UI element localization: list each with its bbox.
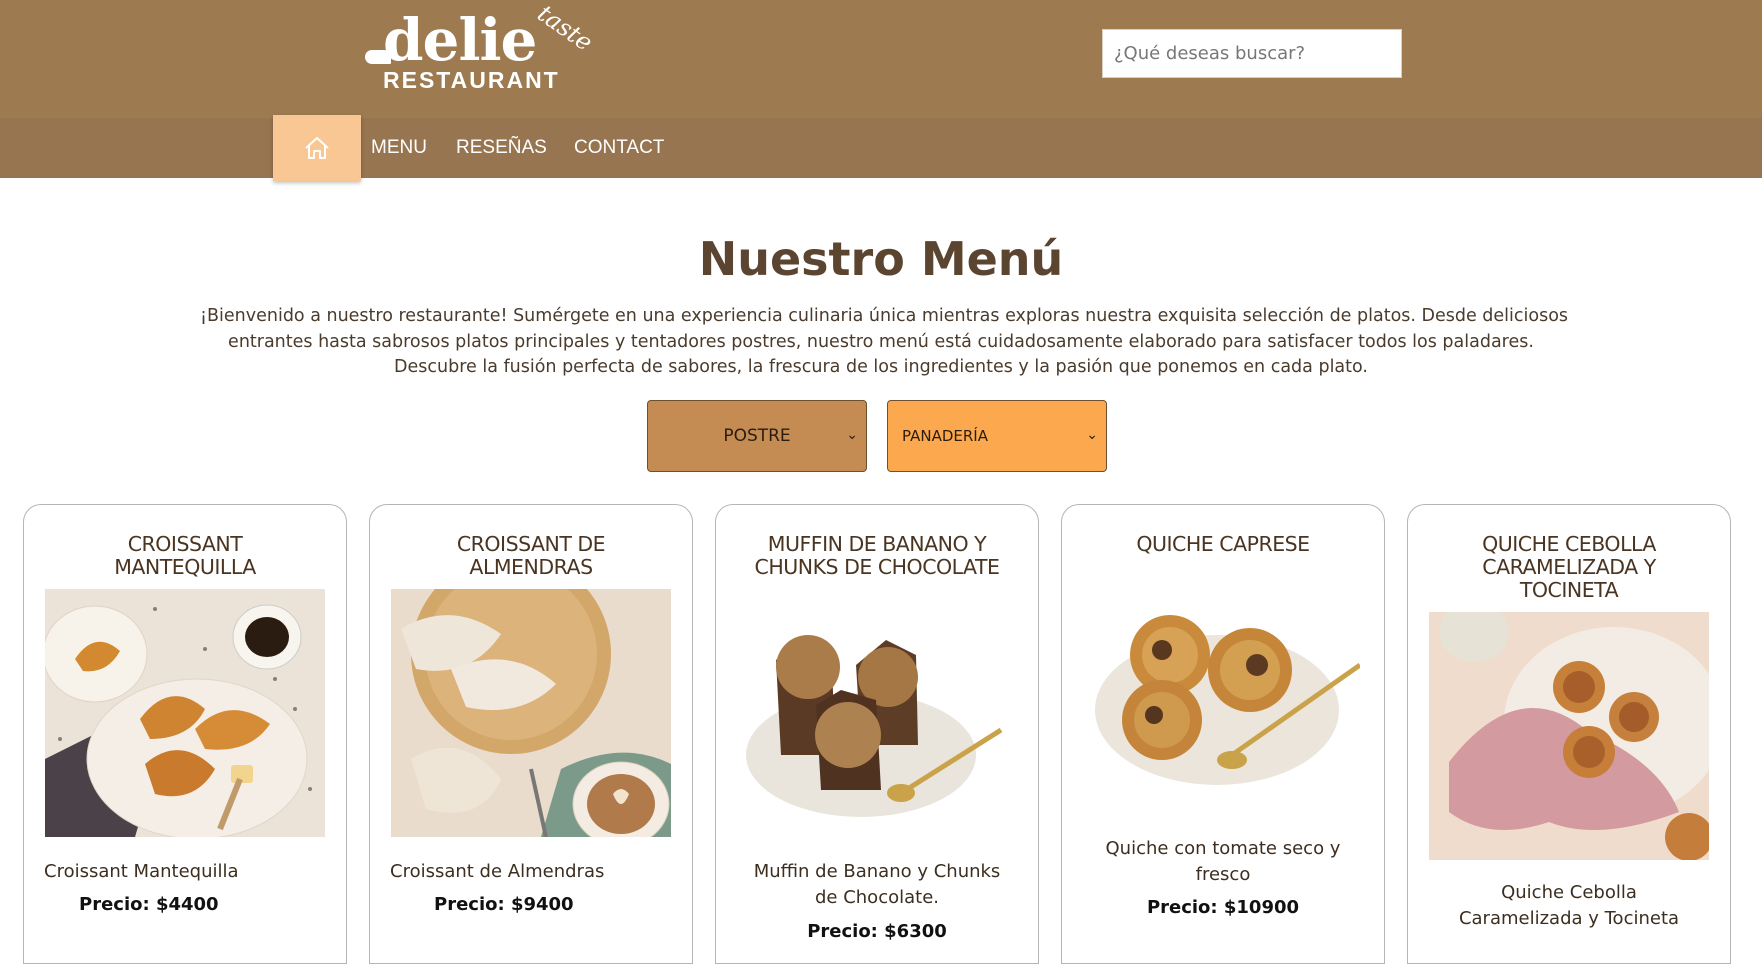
restaurant-logo[interactable]: delie taste RESTAURANT (365, 0, 598, 98)
product-card[interactable]: CROISSANT MANTEQUILLA Croissant Mantequi… (23, 504, 347, 964)
nav-item-menu[interactable]: MENU (371, 137, 427, 159)
product-title-line: QUICHE CAPRESE (1136, 532, 1310, 556)
logo-wordmark: delie (383, 6, 537, 74)
product-title-line: MUFFIN DE BANANO Y (767, 532, 987, 556)
product-image (1429, 612, 1709, 860)
quiche-caprese-photo (1092, 575, 1360, 805)
search-input[interactable] (1102, 29, 1402, 78)
product-description-line: Muffin de Banano y Chunks (753, 861, 1001, 882)
croissants-plate-photo (45, 589, 325, 837)
main-navigation (0, 118, 1762, 178)
product-price: Precio: $9400 (434, 894, 574, 915)
logo-script-text: taste (532, 0, 598, 57)
category-select-value: POSTRE (723, 426, 791, 446)
product-image (1092, 575, 1360, 805)
quiche-bacon-photo (1429, 612, 1709, 860)
product-image (736, 605, 1018, 835)
product-title: MUFFIN DE BANANO Y CHUNKS DE CHOCOLATE (726, 533, 1028, 579)
intro-line: entrantes hasta sabrosos platos principa… (228, 331, 1534, 352)
home-icon (305, 137, 329, 159)
product-card[interactable]: QUICHE CEBOLLA CARAMELIZADA Y TOCINETA Q… (1407, 504, 1731, 964)
product-title-line: CHUNKS DE CHOCOLATE (754, 555, 1000, 579)
product-price: Precio: $6300 (807, 921, 947, 942)
product-title-line: CARAMELIZADA Y (1482, 555, 1656, 579)
product-description: Croissant de Almendras (390, 861, 605, 882)
subcategory-select[interactable]: PANADERÍA ⌄ (887, 400, 1107, 472)
product-description-line: Quiche con tomate seco y (1105, 838, 1341, 859)
product-description: Quiche con tomate seco y fresco (1082, 836, 1364, 888)
product-card[interactable]: QUICHE CAPRESE Quiche con tomate seco y … (1061, 504, 1385, 964)
product-description: Croissant Mantequilla (44, 861, 239, 882)
product-description-line: Quiche Cebolla (1501, 882, 1637, 903)
product-title-line: CROISSANT DE (456, 532, 606, 556)
chevron-down-icon: ⌄ (1086, 427, 1098, 443)
subcategory-select-value: PANADERÍA (902, 427, 988, 445)
product-title: CROISSANT MANTEQUILLA (34, 533, 336, 579)
product-title: QUICHE CEBOLLA CARAMELIZADA Y TOCINETA (1418, 533, 1720, 602)
product-title-line: CROISSANT (127, 532, 243, 556)
product-description-line: Caramelizada y Tocineta (1458, 908, 1680, 929)
product-image (391, 589, 671, 837)
product-price: Precio: $10900 (1146, 897, 1300, 918)
logo-subtitle: RESTAURANT (383, 67, 560, 93)
home-button[interactable] (273, 115, 361, 181)
page-title: Nuestro Menú (698, 232, 1064, 286)
product-price: Precio: $4400 (79, 894, 219, 915)
product-card[interactable]: CROISSANT DE ALMENDRAS Croissant de Alme… (369, 504, 693, 964)
chevron-down-icon: ⌄ (846, 427, 858, 443)
product-title-line: QUICHE CEBOLLA (1482, 532, 1656, 556)
product-title: QUICHE CAPRESE (1072, 533, 1374, 556)
product-image (45, 589, 325, 837)
product-title-line: ALMENDRAS (469, 555, 593, 579)
product-description-line: de Chocolate. (814, 887, 939, 908)
nav-item-resenas[interactable]: RESEÑAS (456, 137, 547, 159)
product-title-line: MANTEQUILLA (114, 555, 256, 579)
product-description: Quiche Cebolla Caramelizada y Tocineta (1428, 880, 1710, 932)
product-description: Muffin de Banano y Chunks de Chocolate. (736, 859, 1018, 911)
nav-item-contact[interactable]: CONTACT (574, 137, 664, 159)
site-header: delie taste RESTAURANT (0, 0, 1762, 118)
banana-muffins-photo (736, 605, 1018, 835)
product-title: CROISSANT DE ALMENDRAS (380, 533, 682, 579)
product-title-line: TOCINETA (1519, 578, 1619, 602)
intro-line: ¡Bienvenido a nuestro restaurante! Sumér… (200, 306, 1569, 326)
intro-line: Descubre la fusión perfecta de sabores, … (394, 357, 1368, 377)
almond-croissants-photo (391, 589, 671, 837)
intro-text: ¡Bienvenido a nuestro restaurante! Sumér… (200, 304, 1569, 381)
category-select[interactable]: POSTRE ⌄ (647, 400, 867, 472)
product-description-line: fresco (1195, 864, 1251, 885)
product-card[interactable]: MUFFIN DE BANANO Y CHUNKS DE CHOCOLATE M… (715, 504, 1039, 964)
